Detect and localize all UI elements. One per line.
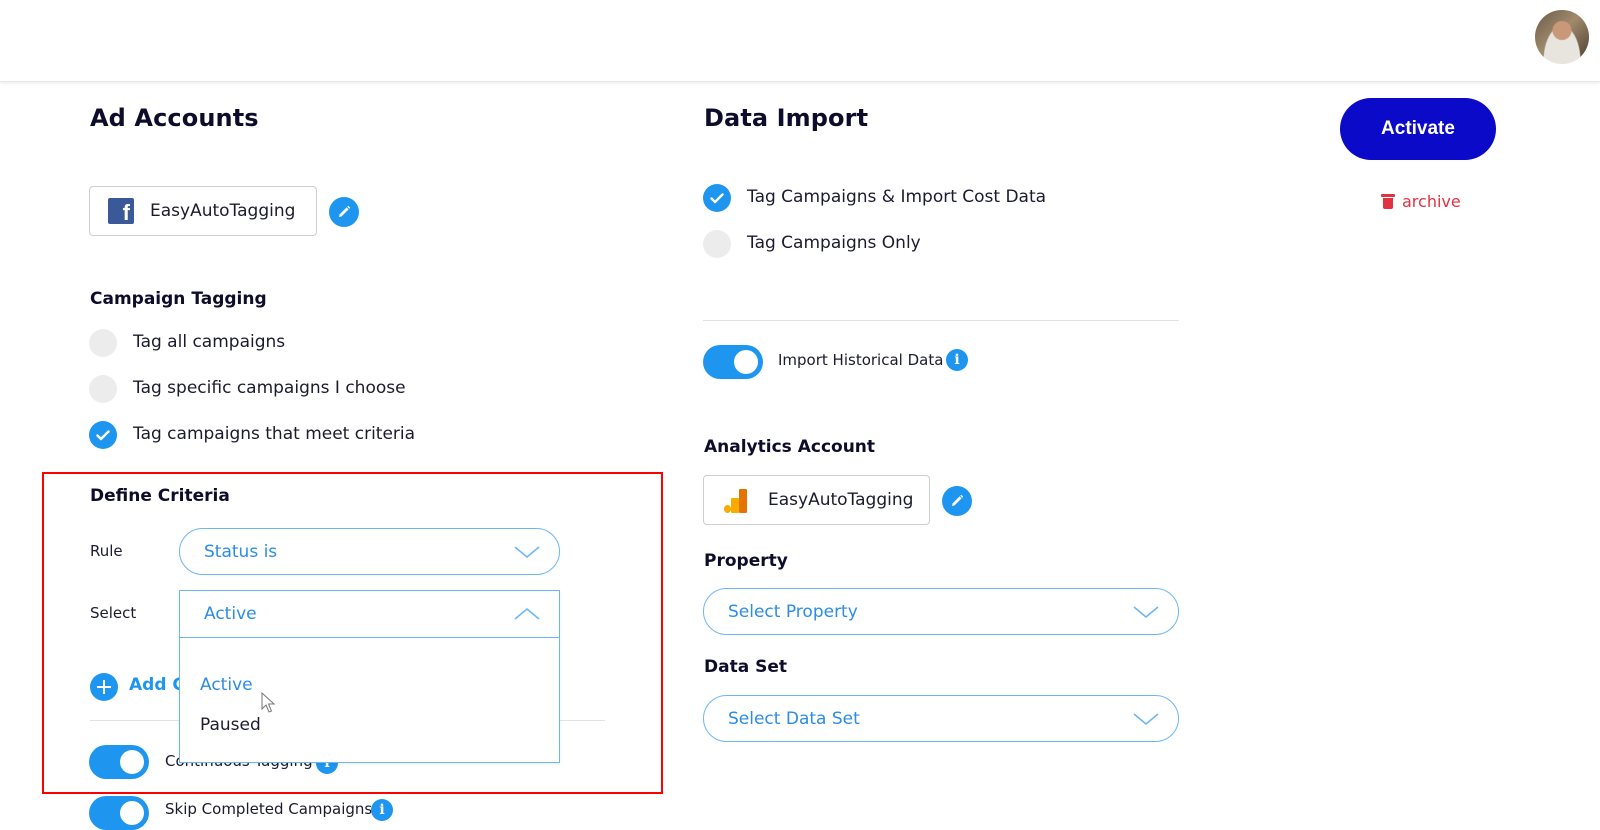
- select-label: Select: [90, 604, 137, 622]
- edit-ad-account-button[interactable]: [329, 197, 359, 227]
- import-historical-info-icon[interactable]: i: [946, 349, 968, 371]
- dropdown-option-active[interactable]: Active: [200, 675, 253, 695]
- edit-analytics-account-button[interactable]: [942, 486, 972, 516]
- dropdown-option-paused[interactable]: Paused: [200, 715, 261, 735]
- radio-tag-all[interactable]: [89, 329, 117, 357]
- activate-button[interactable]: Activate: [1340, 98, 1496, 160]
- user-avatar[interactable]: [1535, 10, 1589, 64]
- chevron-down-icon: [1133, 712, 1159, 725]
- analytics-account-heading: Analytics Account: [704, 437, 876, 457]
- analytics-account-name: EasyAutoTagging: [768, 490, 914, 510]
- data-set-select-placeholder: Select Data Set: [728, 708, 860, 729]
- data-set-select[interactable]: Select Data Set: [703, 695, 1179, 742]
- radio-tag-only[interactable]: [703, 230, 731, 258]
- rule-select-value: Status is: [204, 541, 278, 562]
- check-icon: [710, 192, 724, 203]
- rule-select[interactable]: Status is: [179, 528, 560, 575]
- radio-tag-criteria[interactable]: [89, 421, 117, 449]
- archive-label: archive: [1402, 192, 1461, 211]
- radio-tag-specific-label: Tag specific campaigns I choose: [133, 378, 406, 398]
- status-select[interactable]: Active: [180, 591, 559, 638]
- continuous-tagging-toggle[interactable]: [89, 745, 149, 779]
- ad-account-card[interactable]: f EasyAutoTagging: [89, 186, 317, 236]
- radio-tag-all-label: Tag all campaigns: [133, 332, 286, 352]
- check-icon: [96, 429, 110, 440]
- trash-icon: [1381, 194, 1395, 209]
- import-historical-label: Import Historical Data: [778, 351, 944, 369]
- data-set-heading: Data Set: [704, 657, 787, 677]
- property-select-placeholder: Select Property: [728, 601, 858, 622]
- property-heading: Property: [704, 551, 788, 571]
- define-criteria-heading: Define Criteria: [90, 486, 230, 506]
- data-import-heading: Data Import: [704, 104, 869, 132]
- chevron-down-icon: [1133, 605, 1159, 618]
- rule-label: Rule: [90, 542, 123, 560]
- pencil-icon: [339, 205, 351, 217]
- facebook-icon: f: [108, 198, 134, 224]
- radio-import-cost-data-label: Tag Campaigns & Import Cost Data: [747, 187, 1047, 207]
- add-condition-icon[interactable]: [90, 673, 118, 701]
- top-bar: [0, 0, 1600, 82]
- analytics-account-card[interactable]: EasyAutoTagging: [703, 475, 930, 525]
- skip-completed-toggle[interactable]: [89, 796, 149, 830]
- ad-account-name: EasyAutoTagging: [150, 201, 296, 221]
- mouse-cursor-icon: [261, 692, 276, 713]
- status-select-value: Active: [204, 604, 257, 624]
- google-analytics-icon: [722, 487, 748, 513]
- radio-import-cost-data[interactable]: [703, 184, 731, 212]
- radio-tag-criteria-label: Tag campaigns that meet criteria: [133, 424, 416, 444]
- status-select-dropdown[interactable]: Active Active Paused: [179, 590, 560, 763]
- skip-completed-label: Skip Completed Campaigns: [165, 800, 373, 818]
- data-import-divider: [703, 320, 1179, 321]
- ad-accounts-heading: Ad Accounts: [90, 104, 259, 132]
- chevron-down-icon: [514, 545, 540, 558]
- import-historical-toggle[interactable]: [703, 345, 763, 379]
- pencil-icon: [952, 494, 964, 506]
- property-select[interactable]: Select Property: [703, 588, 1179, 635]
- campaign-tagging-heading: Campaign Tagging: [90, 289, 267, 309]
- archive-button[interactable]: archive: [1381, 192, 1461, 211]
- radio-tag-only-label: Tag Campaigns Only: [747, 233, 921, 253]
- skip-completed-info-icon[interactable]: i: [371, 799, 393, 821]
- chevron-up-icon: [514, 607, 540, 620]
- radio-tag-specific[interactable]: [89, 375, 117, 403]
- add-condition-button[interactable]: Add C: [129, 675, 185, 695]
